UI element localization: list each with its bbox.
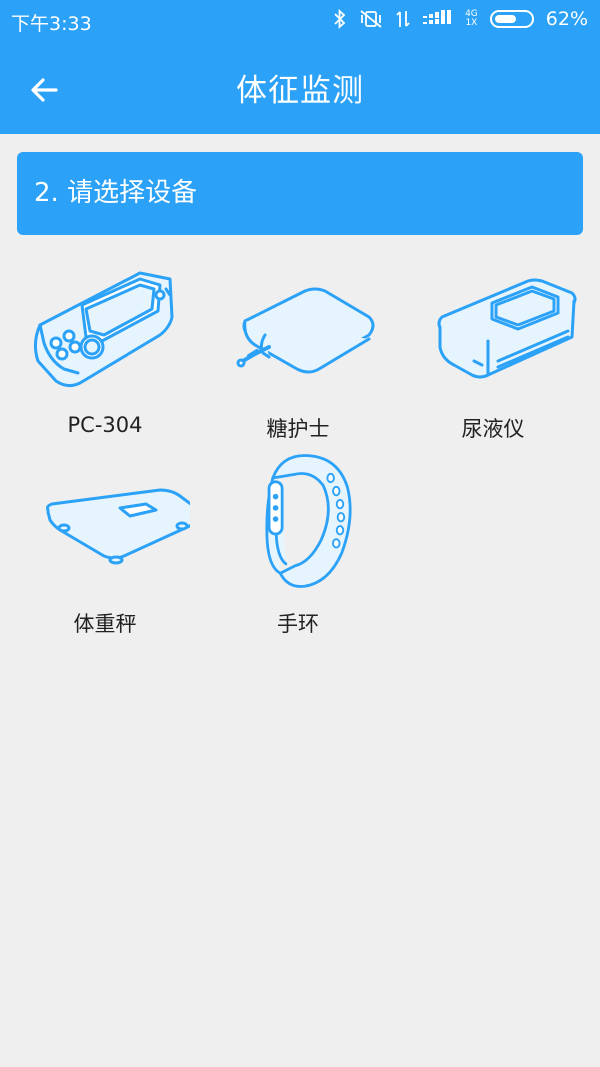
battery-percent: 62%: [545, 8, 588, 30]
status-time: 下午3:33: [11, 13, 92, 35]
status-bar: 下午3:33 4G 1X 62%: [0, 0, 600, 42]
urine-analyzer-icon: [437, 278, 577, 379]
signal-icon: [423, 10, 452, 24]
vibrate-off-icon: [360, 10, 382, 28]
status-icons: 4G 1X 62%: [333, 8, 588, 30]
battery-fill: [494, 15, 516, 23]
device-label: 手环: [277, 612, 319, 636]
page-title: 体征监测: [236, 73, 364, 109]
glucose-meter-icon: [236, 287, 375, 374]
network-type-bottom: 1X: [465, 18, 478, 28]
pc304-monitor-icon: [33, 271, 174, 388]
device-label: PC-304: [67, 413, 143, 437]
bluetooth-icon: [334, 9, 346, 29]
weight-scale-icon: [46, 488, 190, 565]
data-transfer-icon: [396, 11, 410, 27]
device-urine[interactable]: 尿液仪: [393, 265, 593, 455]
app-bar: 下午3:33 4G 1X 62% 体征监测: [0, 0, 600, 134]
step-banner: 2. 请选择设备: [17, 152, 583, 235]
device-pc304[interactable]: PC-304: [5, 265, 205, 455]
battery-icon: [489, 10, 534, 28]
device-label: 糖护士: [266, 417, 330, 441]
device-label: 体重秤: [73, 612, 137, 636]
device-glucose[interactable]: 糖护士: [198, 265, 398, 455]
network-type: 4G 1X: [465, 10, 478, 28]
device-band[interactable]: 手环: [198, 450, 398, 640]
wristband-icon: [265, 454, 352, 588]
device-label: 尿液仪: [461, 417, 525, 441]
device-scale[interactable]: 体重秤: [5, 460, 205, 650]
